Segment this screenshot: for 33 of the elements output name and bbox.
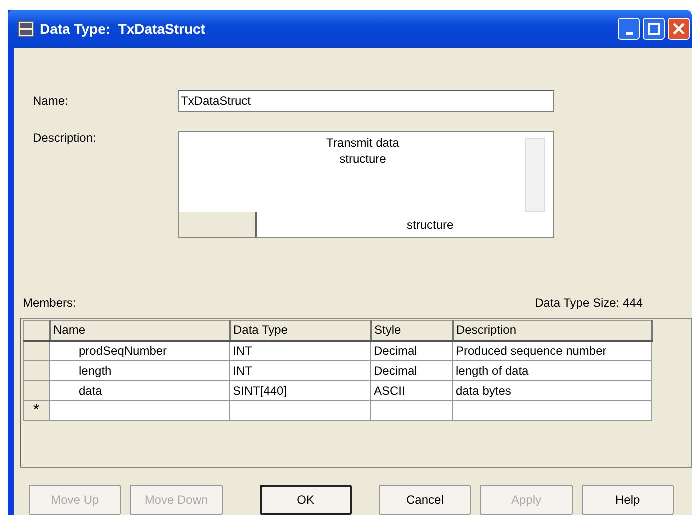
column-header[interactable]: Description [452,320,652,340]
table-cell: data [50,380,230,400]
window-title: Data Type: TxDataStruct [40,21,206,37]
maximize-button[interactable] [643,18,665,40]
column-header[interactable]: Name [50,320,230,340]
description-label: Description: [33,131,98,147]
members-label: Members: [23,296,76,310]
description-field[interactable]: Transmit data structure structure [178,131,554,238]
minimize-icon [626,32,632,34]
close-button[interactable] [668,18,690,40]
table-cell: SINT[440] [230,380,370,400]
row-header[interactable] [24,340,50,360]
close-icon [673,23,685,35]
dialog-button[interactable]: Help [582,485,674,515]
column-header[interactable]: Data Type [230,320,370,340]
table-cell: Produced sequence number [452,340,652,360]
dialog-button[interactable]: Cancel [379,485,472,515]
table-cell: data bytes [452,380,652,400]
table-cell: Decimal [370,360,452,380]
table-cell: ASCII [370,380,452,400]
maximize-icon [648,23,660,35]
name-field[interactable]: TxDataStruct [178,90,554,112]
table-cell: length [50,360,230,380]
column-header[interactable]: Style [370,320,452,340]
row-header[interactable]: * [24,400,50,420]
minimize-button[interactable] [618,18,640,40]
dialog-button[interactable]: OK [260,485,352,515]
scrollbar[interactable] [525,138,545,212]
name-label: Name: [33,94,70,108]
table-cell: INT [230,360,370,380]
data-type-size: Data Type Size: 444 [535,296,643,310]
table-cell: length of data [452,360,652,380]
table-cell: prodSeqNumber [50,340,230,360]
